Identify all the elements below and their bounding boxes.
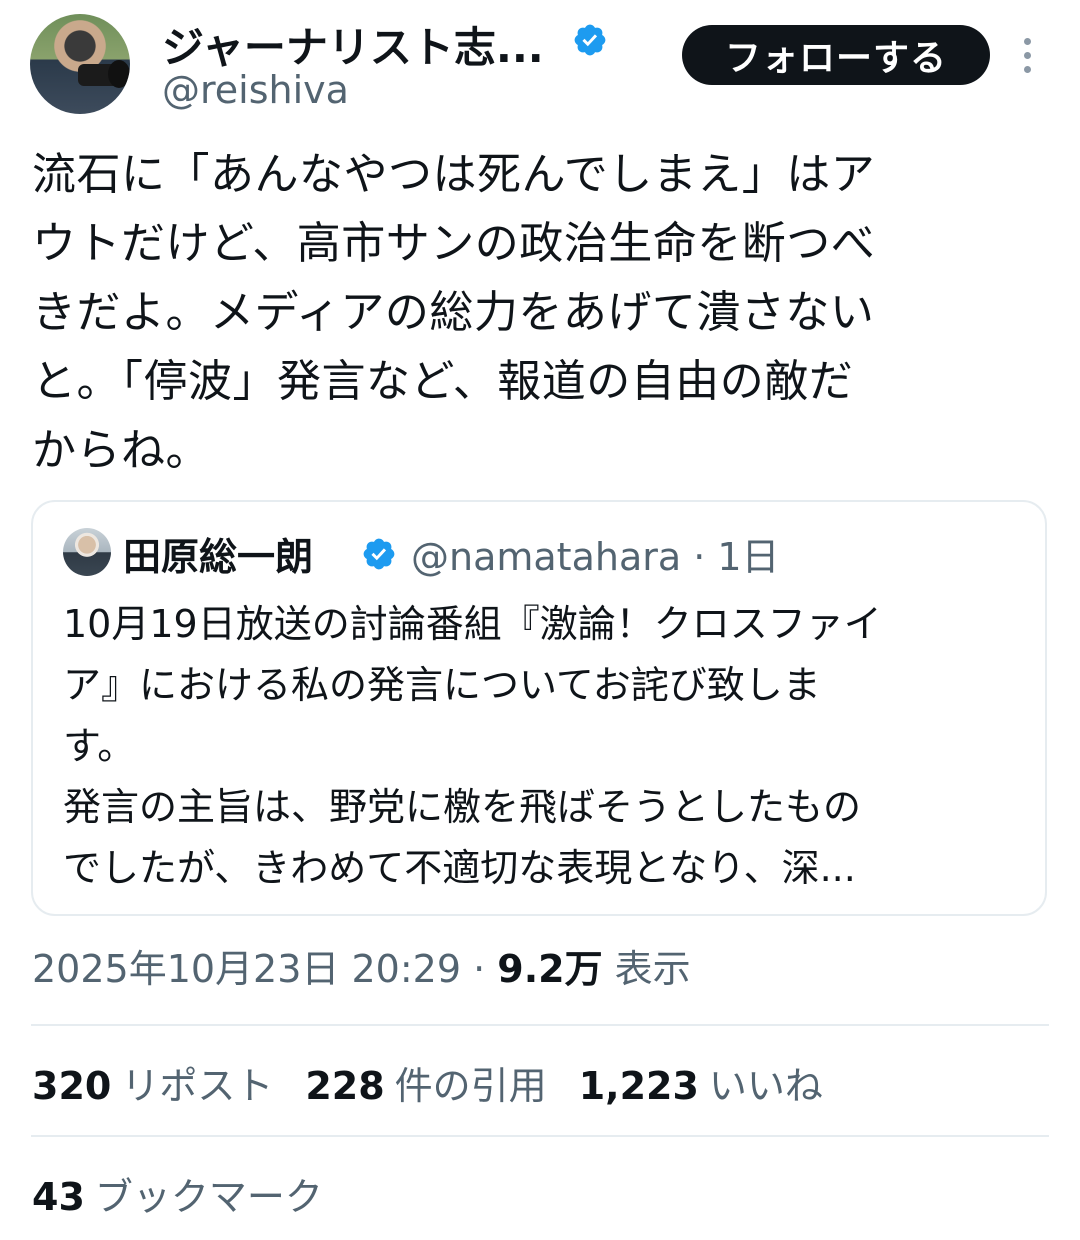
divider bbox=[31, 1024, 1049, 1026]
timestamp-datetime[interactable]: 2025年10月23日 20:29 · bbox=[32, 947, 497, 991]
engagement-stats: 320 リポスト 228 件の引用 1,223 いいね bbox=[32, 1055, 855, 1110]
tweet-text: 流石に「あんなやつは死んでしまえ」はア ウトだけど、高市サンの政治生命を断つべ … bbox=[32, 149, 876, 476]
author-handle[interactable]: @reishiva bbox=[162, 68, 349, 112]
views-label: 表示 bbox=[614, 947, 691, 991]
camera-lens-shape bbox=[108, 60, 130, 88]
quoted-tweet-card[interactable]: 田原総一朗 @namatahara · 1日 10月19日放送の討論番組『激論！… bbox=[31, 500, 1047, 916]
more-vertical-icon[interactable] bbox=[1018, 38, 1038, 74]
views-count: 9.2万 bbox=[497, 947, 603, 991]
likes-label: いいね bbox=[708, 1064, 823, 1108]
quoted-handle-time: @namatahara · 1日 bbox=[411, 535, 780, 579]
reposts-stat[interactable]: 320 リポスト bbox=[32, 1055, 273, 1110]
quotes-label: 件の引用 bbox=[394, 1064, 547, 1108]
quotes-stat[interactable]: 228 件の引用 bbox=[305, 1055, 546, 1110]
quoted-author-name: 田原総一朗 bbox=[123, 535, 314, 579]
author-avatar[interactable] bbox=[30, 14, 130, 114]
tweet-timestamp[interactable]: 2025年10月23日 20:29 · 9.2万 表示 bbox=[32, 938, 691, 993]
bookmarks-label: ブックマーク bbox=[94, 1175, 323, 1219]
quotes-count: 228 bbox=[305, 1064, 385, 1108]
author-display-name[interactable]: ジャーナリスト志... bbox=[162, 14, 544, 75]
verified-badge-icon bbox=[574, 24, 606, 56]
quoted-tweet-text: 10月19日放送の討論番組『激論！クロスファイ ア』における私の発言についてお詫… bbox=[63, 602, 882, 890]
follow-button[interactable]: フォローする bbox=[682, 25, 990, 85]
likes-stat[interactable]: 1,223 いいね bbox=[579, 1055, 823, 1110]
quoted-author-avatar[interactable] bbox=[63, 528, 111, 576]
reposts-count: 320 bbox=[32, 1064, 112, 1108]
verified-badge-icon bbox=[363, 538, 395, 570]
reposts-label: リポスト bbox=[121, 1064, 274, 1108]
divider bbox=[31, 1135, 1049, 1137]
bookmarks-count: 43 bbox=[32, 1175, 85, 1219]
likes-count: 1,223 bbox=[578, 1064, 699, 1108]
bookmarks-stat[interactable]: 43 ブックマーク bbox=[32, 1166, 323, 1221]
